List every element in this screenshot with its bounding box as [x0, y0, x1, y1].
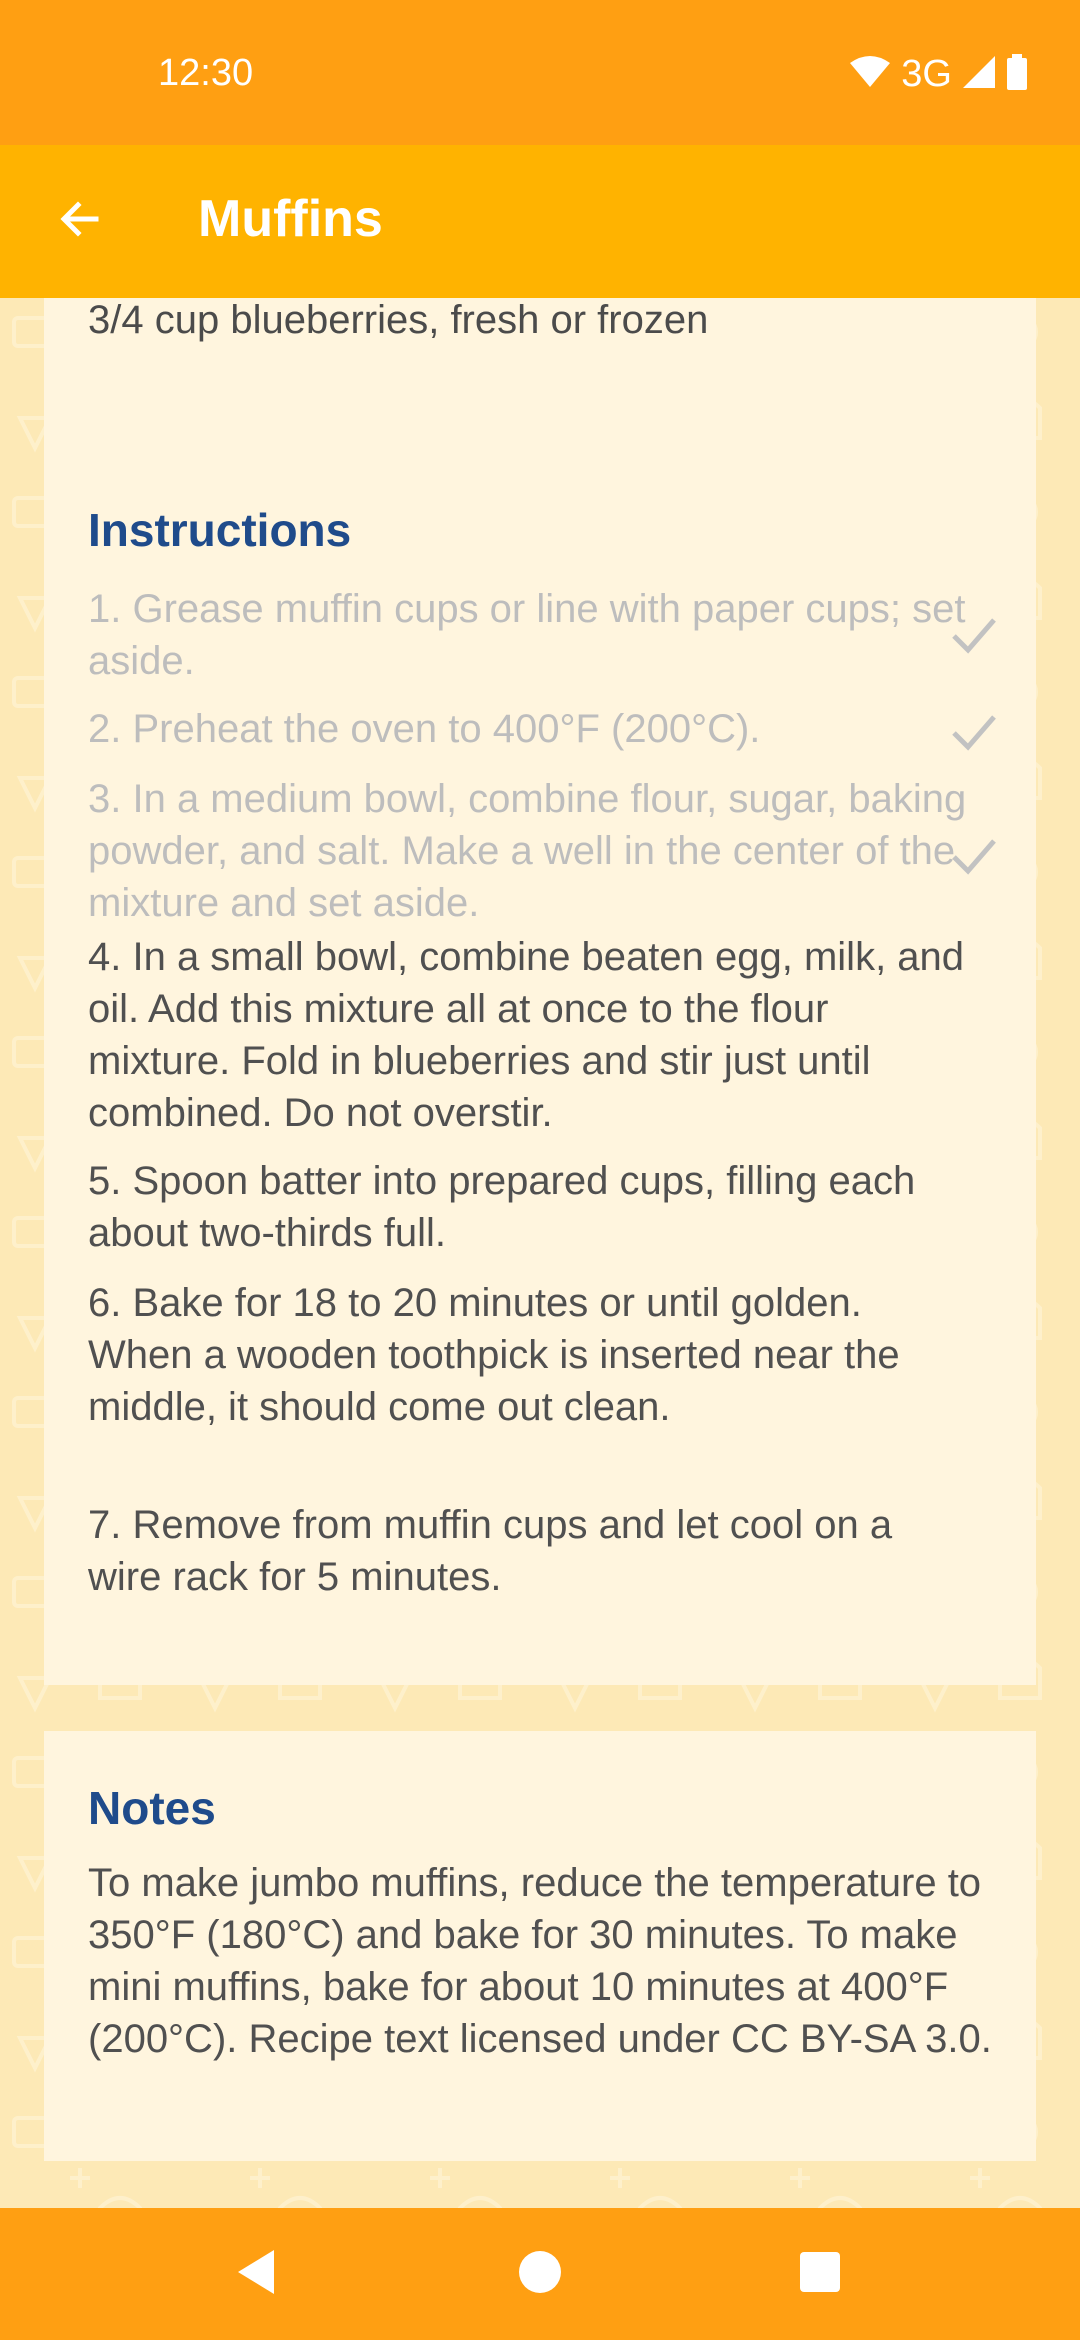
- notes-text: To make jumbo muffins, reduce the temper…: [88, 1861, 992, 2061]
- check-icon[interactable]: [946, 827, 1002, 883]
- back-button[interactable]: [40, 181, 120, 261]
- notes-heading: Notes: [88, 1782, 216, 1834]
- notes-section: Notes To make jumbo muffins, reduce the …: [44, 1731, 1036, 2161]
- nav-recents-button[interactable]: [784, 2238, 856, 2310]
- network-type-label: 3G: [901, 52, 952, 95]
- status-bar: 12:30 3G: [0, 0, 1080, 145]
- instruction-step-2[interactable]: 2. Preheat the oven to 400°F (200°C).: [88, 703, 968, 755]
- square-recents-icon: [799, 2251, 841, 2298]
- triangle-back-icon: [234, 2248, 278, 2301]
- app-bar: Muffins: [0, 145, 1080, 298]
- instructions-section: Instructions 1. Grease muffin cups or li…: [44, 453, 1036, 1685]
- status-icons: 3G: [849, 50, 1028, 98]
- instruction-step-1[interactable]: 1. Grease muffin cups or line with paper…: [88, 583, 968, 687]
- signal-icon: [962, 55, 996, 94]
- system-navigation-bar: [0, 2208, 1080, 2340]
- instructions-heading: Instructions: [88, 504, 352, 556]
- nav-back-button[interactable]: [220, 2238, 292, 2310]
- recipe-scroll-area[interactable]: 3/4 cup blueberries, fresh or frozen Ins…: [0, 298, 1080, 2208]
- arrow-left-icon: [56, 195, 104, 248]
- instruction-step-3[interactable]: 3. In a medium bowl, combine flour, suga…: [88, 773, 968, 929]
- check-icon[interactable]: [946, 606, 1002, 662]
- ingredient-item: 3/4 cup blueberries, fresh or frozen: [88, 298, 709, 342]
- check-icon[interactable]: [946, 703, 1002, 759]
- status-time: 12:30: [158, 52, 254, 94]
- circle-home-icon: [518, 2250, 562, 2299]
- nav-home-button[interactable]: [504, 2238, 576, 2310]
- wifi-icon: [849, 55, 891, 94]
- page-title: Muffins: [198, 190, 383, 248]
- instruction-step-7[interactable]: 7. Remove from muffin cups and let cool …: [88, 1499, 968, 1603]
- instruction-step-4[interactable]: 4. In a small bowl, combine beaten egg, …: [88, 931, 968, 1139]
- battery-icon: [1006, 53, 1028, 95]
- instruction-step-5[interactable]: 5. Spoon batter into prepared cups, fill…: [88, 1155, 968, 1259]
- instruction-step-6[interactable]: 6. Bake for 18 to 20 minutes or until go…: [88, 1277, 968, 1433]
